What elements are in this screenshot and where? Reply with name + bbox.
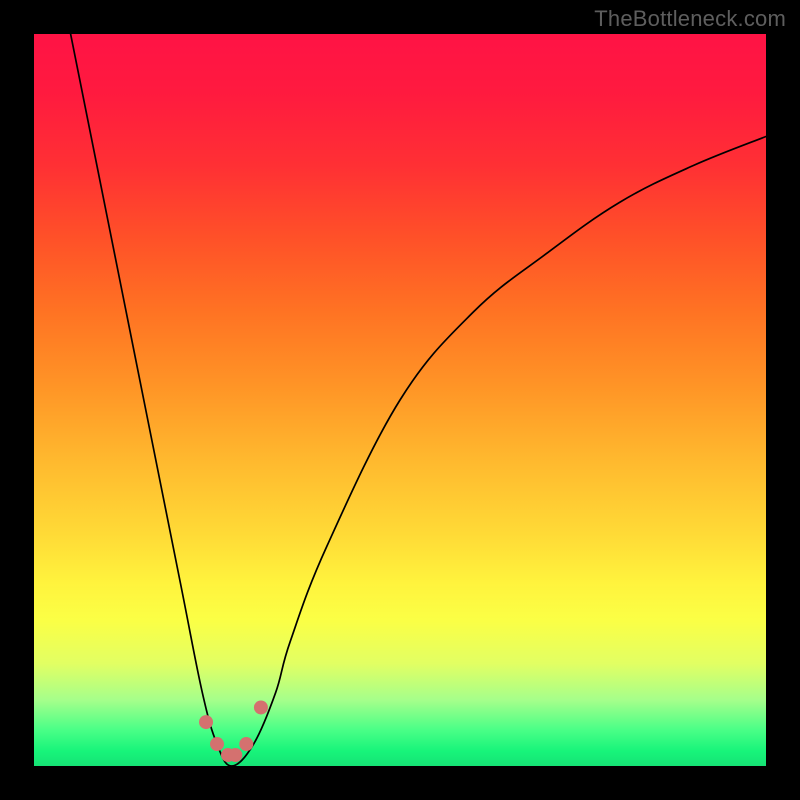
chart-svg: [34, 34, 766, 766]
marker-dot: [228, 748, 242, 762]
chart-container: TheBottleneck.com: [0, 0, 800, 800]
marker-dot: [199, 715, 213, 729]
marker-group: [199, 700, 268, 762]
plot-area: [34, 34, 766, 766]
marker-dot: [239, 737, 253, 751]
marker-dot: [254, 700, 268, 714]
bottleneck-curve: [71, 34, 766, 766]
marker-dot: [210, 737, 224, 751]
watermark-label: TheBottleneck.com: [594, 6, 786, 32]
